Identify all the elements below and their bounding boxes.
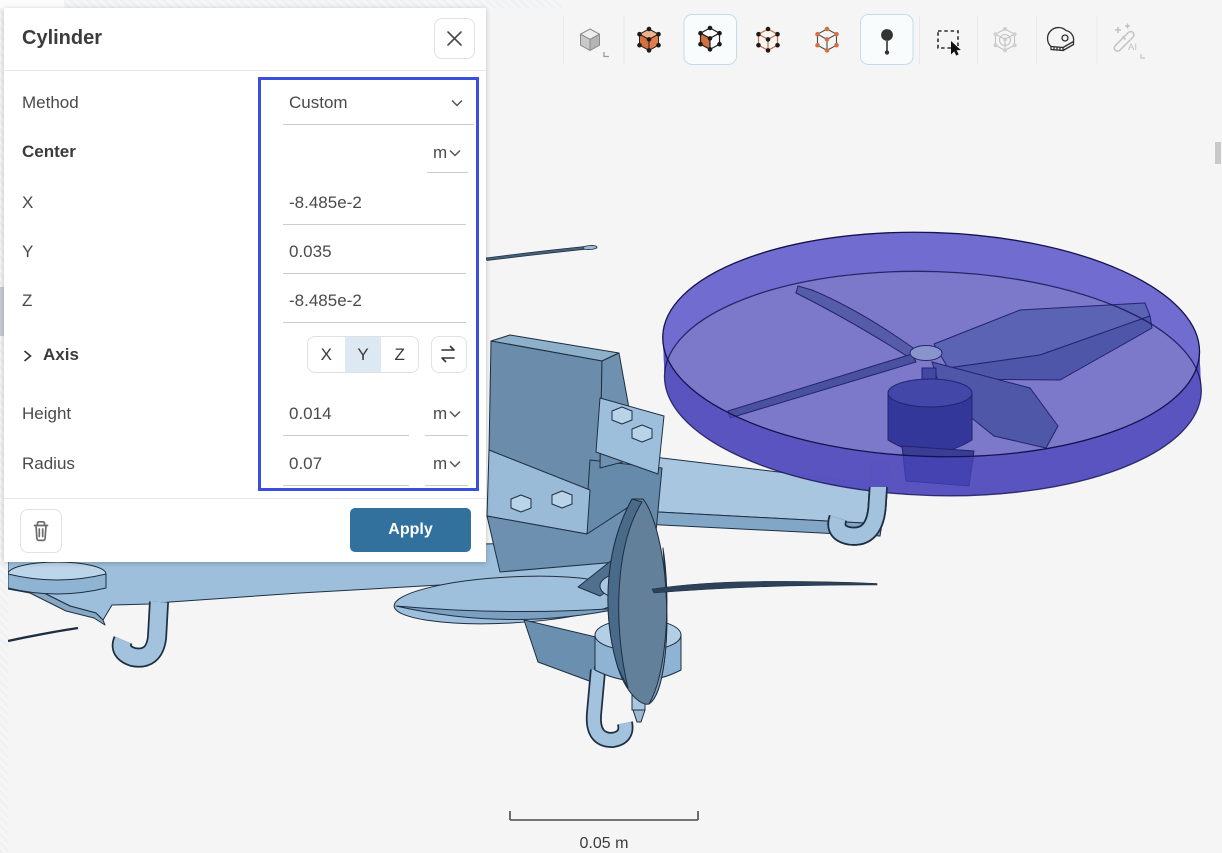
svg-text:0.05 m: 0.05 m xyxy=(580,835,629,852)
svg-text:AI: AI xyxy=(1128,42,1137,53)
